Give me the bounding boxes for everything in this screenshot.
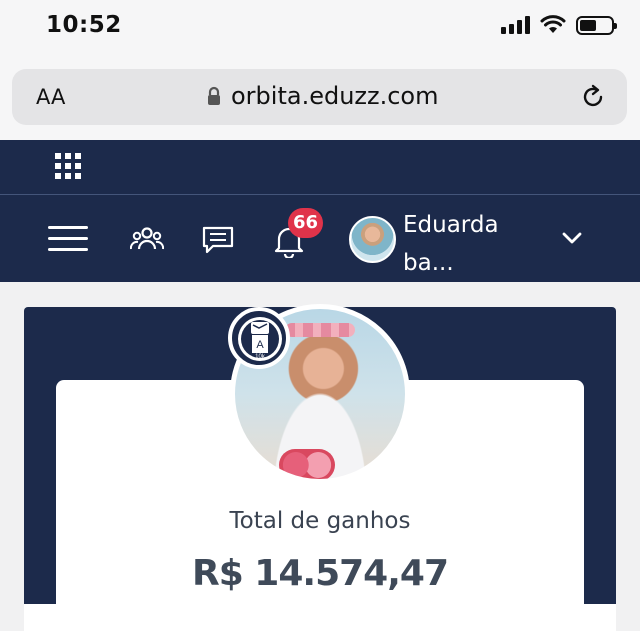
- status-time: 10:52: [46, 12, 122, 38]
- hamburger-menu-icon[interactable]: [48, 226, 88, 254]
- messages-icon[interactable]: [201, 225, 235, 255]
- community-icon[interactable]: [130, 225, 164, 255]
- status-icons: [501, 15, 617, 35]
- lock-icon: [208, 86, 220, 105]
- badge-letter: A: [256, 339, 264, 351]
- flower-crown: [285, 323, 355, 337]
- user-name[interactable]: Eduarda ba...: [403, 206, 523, 282]
- user-avatar[interactable]: [349, 216, 396, 263]
- browser-chrome: AA orbita.eduzz.com: [0, 56, 640, 140]
- url-text: orbita.eduzz.com: [231, 82, 439, 110]
- badge-tier: 10k: [255, 354, 266, 360]
- bouquet: [279, 449, 335, 479]
- nav-divider: [0, 194, 640, 195]
- url-display[interactable]: orbita.eduzz.com: [207, 82, 439, 110]
- user-name-line1: Eduarda: [403, 212, 499, 238]
- battery-icon: [576, 15, 617, 35]
- top-navigation: 66 Eduarda ba...: [0, 140, 640, 282]
- achievement-badge-icon: A 10k: [228, 307, 290, 369]
- total-earnings-label: Total de ganhos: [229, 508, 411, 534]
- reload-icon[interactable]: [579, 83, 607, 111]
- signal-icon: [501, 16, 530, 34]
- address-bar[interactable]: AA orbita.eduzz.com: [12, 69, 627, 125]
- status-bar: 10:52: [0, 0, 640, 56]
- total-earnings-value: R$ 14.574,47: [192, 553, 449, 594]
- wifi-icon: [540, 15, 566, 33]
- chevron-down-icon[interactable]: [560, 230, 584, 246]
- profile-card-footer: [24, 604, 616, 631]
- apps-grid-icon[interactable]: [55, 153, 81, 179]
- user-name-line2: ba...: [403, 250, 454, 276]
- text-size-button[interactable]: AA: [36, 85, 65, 109]
- notification-count-badge[interactable]: 66: [288, 208, 323, 238]
